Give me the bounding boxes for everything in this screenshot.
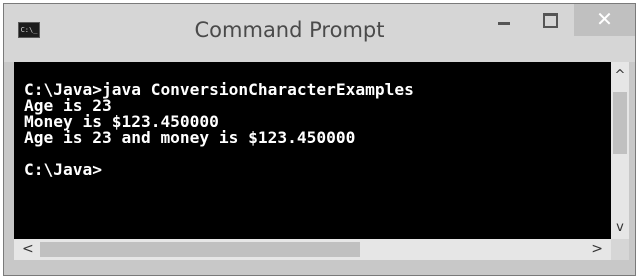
console-output[interactable]: C:\Java>java ConversionCharacterExamples…: [14, 62, 611, 239]
minimize-icon: [498, 22, 510, 25]
maximize-button[interactable]: [527, 4, 573, 36]
horizontal-scrollbar[interactable]: < >: [14, 239, 611, 260]
close-button[interactable]: ✕: [574, 4, 635, 36]
scroll-down-icon[interactable]: v: [611, 220, 629, 235]
scrollbar-corner: [611, 239, 629, 260]
horizontal-scroll-thumb[interactable]: [40, 242, 360, 257]
vertical-scroll-thumb[interactable]: [613, 92, 627, 154]
console-text: C:\Java>java ConversionCharacterExamples…: [24, 80, 414, 179]
scroll-left-icon[interactable]: <: [22, 241, 34, 257]
command-prompt-window: C:\_ Command Prompt ✕ C:\Java>java Conve…: [3, 3, 636, 276]
scroll-up-icon[interactable]: ^: [611, 68, 629, 83]
vertical-scrollbar[interactable]: ^ v: [611, 62, 629, 239]
minimize-button[interactable]: [481, 4, 527, 36]
scroll-right-icon[interactable]: >: [591, 241, 603, 257]
maximize-icon: [543, 13, 558, 28]
title-bar[interactable]: C:\_ Command Prompt ✕: [4, 4, 635, 62]
close-icon: ✕: [596, 7, 613, 31]
